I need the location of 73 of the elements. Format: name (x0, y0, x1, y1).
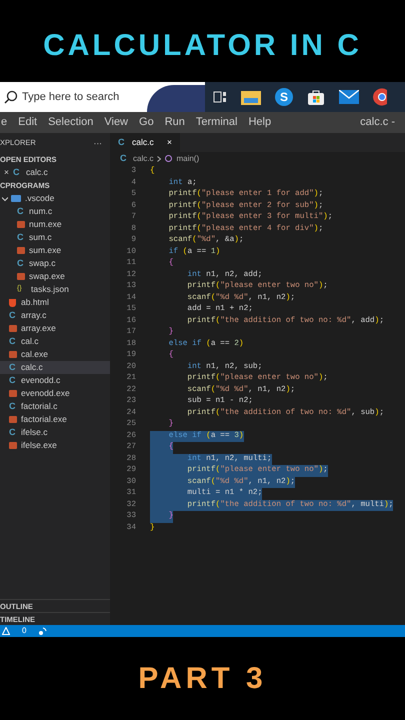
window-file-icon (17, 221, 25, 228)
window-file-icon (17, 247, 25, 254)
tree-item[interactable]: ifelse.exe (0, 439, 110, 452)
c-file-icon: C (17, 204, 26, 218)
window-file-icon (9, 416, 17, 423)
tree-item[interactable]: C calc.c (0, 361, 110, 374)
tree-item[interactable]: .vscode (0, 192, 110, 205)
c-file-icon: C (9, 360, 18, 374)
tree-item[interactable]: swap.exe (0, 270, 110, 283)
c-file-icon: C (9, 426, 18, 440)
menu-item[interactable]: Run (164, 114, 185, 131)
video-subtitle: PART 3 (138, 661, 267, 697)
tree-item[interactable]: C num.c (0, 205, 110, 218)
more-actions-button[interactable]: ··· (94, 136, 102, 150)
search-highlight-image (147, 85, 205, 112)
warnings-count[interactable]: 0 (22, 625, 26, 637)
tree-item[interactable]: ab.html (0, 296, 110, 309)
menu-item[interactable]: Edit (18, 114, 38, 131)
chevron-icon (157, 156, 162, 162)
breadcrumb-item[interactable]: calc.c (133, 152, 154, 164)
c-file-icon: C (9, 400, 18, 414)
mail-icon[interactable] (339, 90, 359, 104)
breadcrumb-item[interactable]: main() (176, 152, 200, 164)
window-file-icon (9, 442, 17, 449)
c-file-icon: C (12, 166, 22, 180)
tree-item[interactable]: C evenodd.c (0, 374, 110, 387)
tree-item[interactable]: C ifelse.c (0, 426, 110, 439)
menu-item[interactable]: Terminal (196, 114, 238, 131)
tree-item[interactable]: C sum.c (0, 231, 110, 244)
menu-item[interactable]: View (104, 114, 128, 131)
tree-item[interactable]: factorial.exe (0, 413, 110, 426)
close-button[interactable]: × (4, 166, 9, 179)
menu-item[interactable]: Selection (48, 114, 94, 131)
window-file-icon (9, 351, 17, 358)
close-button[interactable]: × (167, 136, 172, 149)
c-file-icon: C (17, 230, 26, 244)
c-file-icon: C (17, 256, 26, 270)
folder-icon (11, 195, 21, 202)
chevron-icon (2, 196, 8, 202)
c-file-icon: C (118, 136, 127, 150)
search-icon (4, 90, 18, 104)
tree-item[interactable]: C cal.c (0, 335, 110, 348)
tree-item[interactable]: array.exe (0, 322, 110, 335)
menu-item[interactable]: Go (139, 114, 154, 131)
tree-item[interactable]: C array.c (0, 309, 110, 322)
browser-icon[interactable] (373, 88, 387, 106)
window-file-icon (9, 390, 17, 397)
tree-item[interactable]: evenodd.exe (0, 387, 110, 400)
c-file-icon: C (9, 374, 18, 388)
task-view-icon[interactable] (213, 90, 227, 104)
tree-item[interactable]: C factorial.c (0, 400, 110, 413)
window-file-icon (9, 325, 17, 332)
c-file-icon: C (9, 308, 18, 322)
editor-tab[interactable]: C calc.c × (110, 133, 180, 152)
open-editor-item[interactable]: calc.c (26, 166, 48, 179)
tree-item[interactable]: cal.exe (0, 348, 110, 361)
menu-item[interactable]: e (1, 114, 8, 131)
c-file-icon: C (9, 334, 18, 348)
shopping-bag-icon[interactable] (307, 88, 325, 106)
shield-file-icon (9, 298, 16, 306)
warning-icon (2, 627, 10, 635)
tree-item[interactable]: C swap.c (0, 257, 110, 270)
menu-item[interactable]: Help (248, 114, 272, 131)
tree-item[interactable]: num.exe (0, 218, 110, 231)
c-file-icon: C (120, 152, 129, 166)
function-icon (165, 155, 172, 162)
tree-item[interactable]: sum.exe (0, 244, 110, 257)
broadcast-icon[interactable] (38, 626, 48, 636)
window-title: calc.c - (360, 115, 395, 130)
folder-icon[interactable] (241, 89, 261, 105)
window-file-icon (17, 273, 25, 280)
taskbar-search-field[interactable]: Type here to search (0, 82, 205, 112)
video-title: CALCULATOR IN C (43, 28, 362, 64)
